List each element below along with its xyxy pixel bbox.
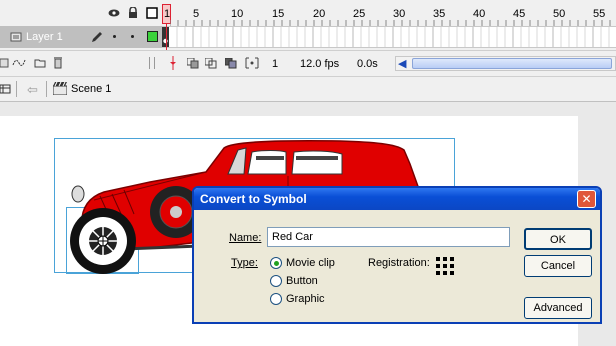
add-motion-guide-icon[interactable]	[12, 57, 26, 70]
scroll-left-arrow-icon[interactable]: ◀	[398, 57, 406, 70]
convert-to-symbol-dialog: Convert to Symbol ✕ Name: Type: Movie cl…	[192, 186, 602, 324]
frame-number: 40	[473, 8, 486, 20]
scene-clapper-icon	[52, 81, 68, 98]
registration-label: Registration:	[368, 257, 430, 269]
frame-rate[interactable]: 12.0 fps	[300, 58, 339, 70]
visibility-dot[interactable]	[113, 35, 116, 38]
editbar-divider	[16, 81, 17, 97]
modify-onion-markers-icon[interactable]	[245, 57, 259, 72]
layer-frames[interactable]	[162, 26, 616, 48]
outline-icon[interactable]	[146, 7, 158, 22]
scrollbar-thumb[interactable]	[412, 58, 612, 69]
frame-number: 35	[433, 8, 446, 20]
scene-label[interactable]: Scene 1	[71, 83, 111, 95]
center-frame-icon[interactable]	[169, 56, 177, 73]
frame-number: 10	[231, 8, 244, 20]
trash-icon[interactable]	[53, 56, 63, 72]
frame-number: 1	[164, 8, 171, 20]
back-arrow-icon[interactable]: ⇦	[27, 82, 38, 98]
add-layer-icon[interactable]	[0, 58, 10, 71]
lock-icon[interactable]	[128, 6, 138, 22]
type-label: Type:	[231, 257, 258, 269]
type-button-radio[interactable]	[270, 275, 282, 287]
name-label: Name:	[229, 232, 262, 244]
eye-icon[interactable]	[108, 8, 120, 21]
frame-number: 20	[313, 8, 326, 20]
current-frame: 1	[272, 58, 279, 70]
frame-number: 55	[593, 8, 606, 20]
dialog-title: Convert to Symbol	[194, 188, 600, 210]
onion-skin-outlines-icon[interactable]	[204, 57, 217, 72]
timeline-header: 1 5 10 15 20 25 30 35 40 45 50 55	[0, 0, 616, 26]
ok-button[interactable]: OK	[524, 228, 592, 250]
frame-number: 30	[393, 8, 406, 20]
layer-icon	[10, 32, 22, 45]
splitter-handle[interactable]	[149, 57, 155, 69]
frame-number: 5	[193, 8, 200, 20]
registration-grid[interactable]	[436, 257, 456, 277]
type-graphic-label[interactable]: Graphic	[286, 293, 325, 305]
editbar-divider	[46, 81, 47, 97]
timeline-status-bar: 1 12.0 fps 0.0s ◀	[0, 50, 616, 76]
frame-number: 15	[272, 8, 285, 20]
edit-bar: ⇦ Scene 1	[0, 76, 616, 102]
timeline-scrollbar[interactable]: ◀	[395, 56, 616, 71]
symbol-name-field[interactable]	[267, 227, 510, 247]
advanced-button[interactable]: Advanced	[524, 297, 592, 319]
lock-dot[interactable]	[131, 35, 134, 38]
elapsed-time: 0.0s	[357, 58, 378, 70]
frame-number: 45	[513, 8, 526, 20]
folder-icon[interactable]	[34, 58, 46, 71]
type-movie-clip-label[interactable]: Movie clip	[286, 257, 335, 269]
type-button-label[interactable]: Button	[286, 275, 318, 287]
type-graphic-radio[interactable]	[270, 293, 282, 305]
timeline-toggle-icon[interactable]	[0, 83, 12, 98]
type-movie-clip-radio[interactable]	[270, 257, 282, 269]
edit-multiple-frames-icon[interactable]	[224, 57, 237, 72]
layer-color-box[interactable]	[147, 31, 158, 42]
frame-number: 25	[353, 8, 366, 20]
frame-number: 50	[553, 8, 566, 20]
cancel-button[interactable]: Cancel	[524, 255, 592, 277]
timeline-panel: 1 5 10 15 20 25 30 35 40 45 50 55 Layer …	[0, 0, 616, 76]
onion-skin-icon[interactable]	[186, 57, 199, 72]
pencil-icon	[90, 30, 102, 47]
close-icon[interactable]: ✕	[577, 190, 596, 208]
layer-name[interactable]: Layer 1	[26, 31, 63, 43]
layer-row[interactable]: Layer 1	[0, 26, 162, 48]
